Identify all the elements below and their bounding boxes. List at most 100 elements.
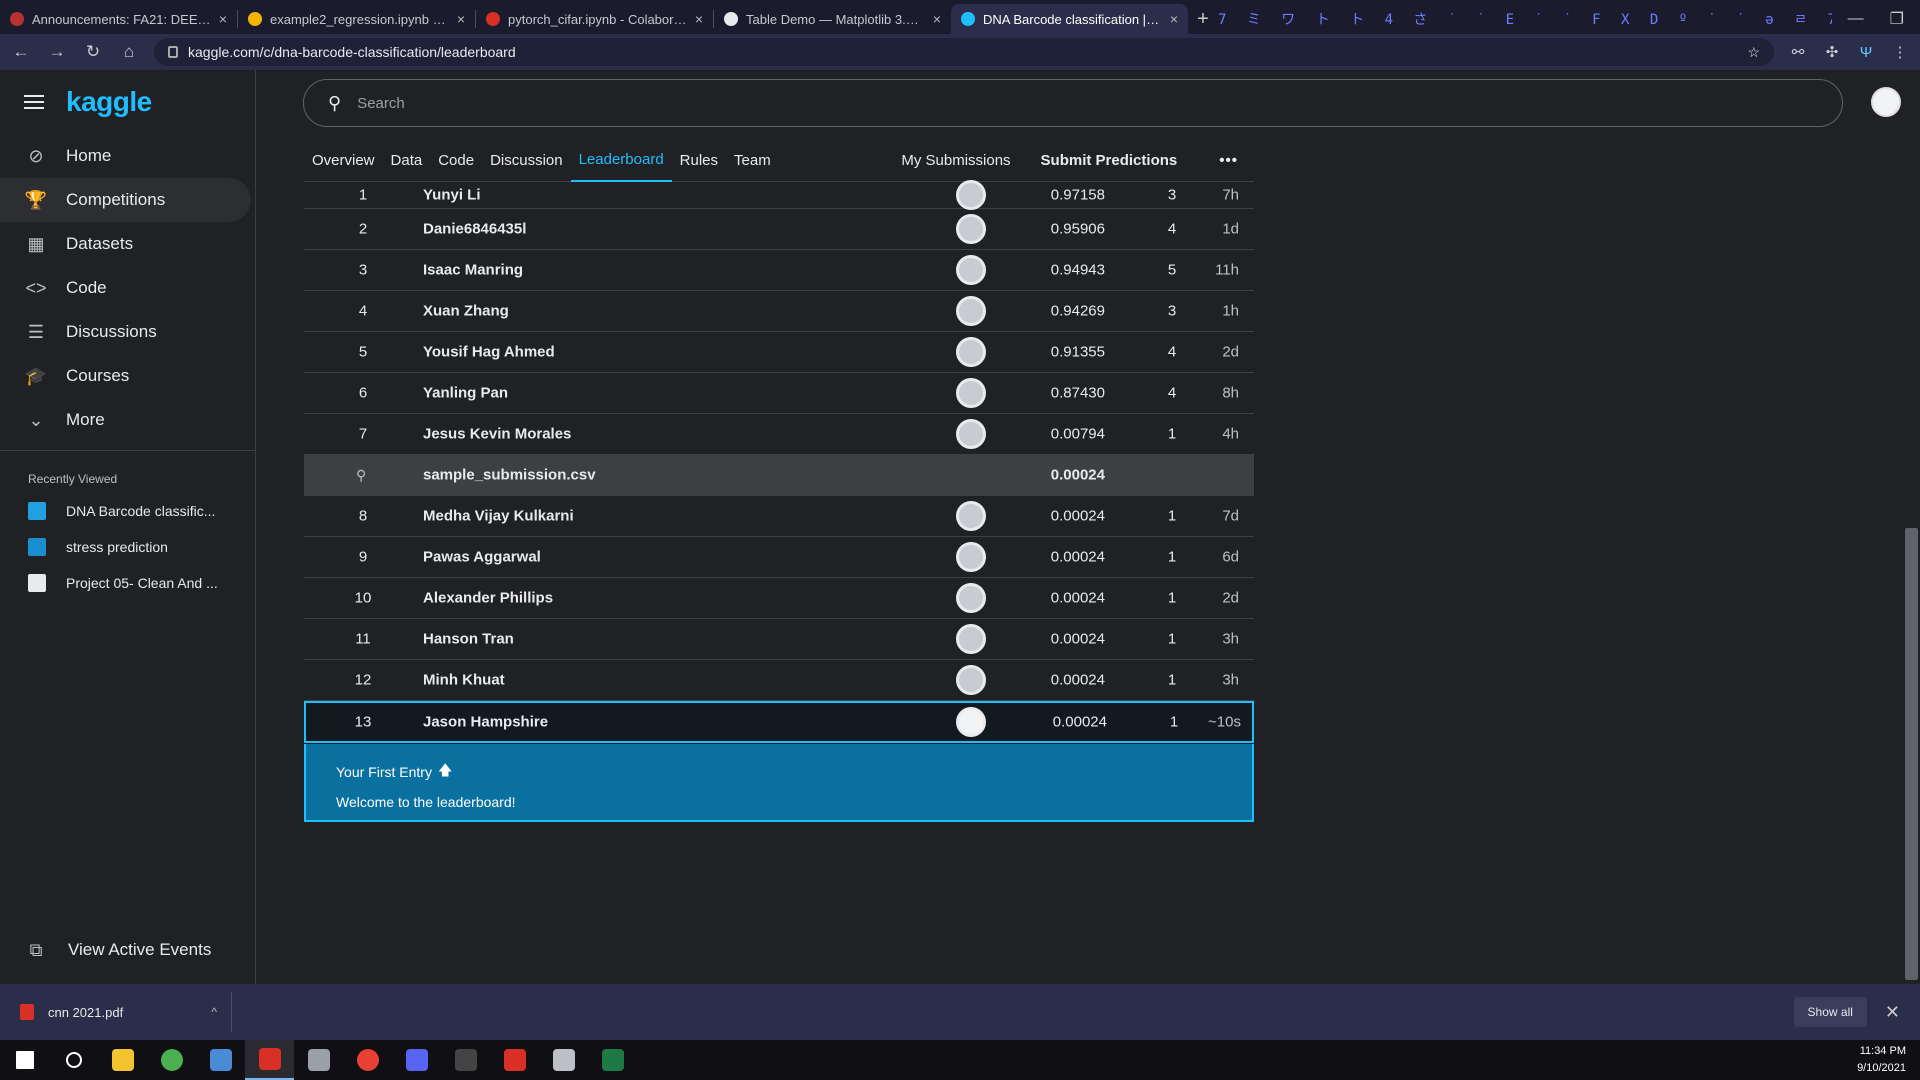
start-icon[interactable] [0, 1040, 49, 1080]
recently-viewed-item[interactable]: DNA Barcode classific... [0, 493, 255, 529]
leaderboard-row[interactable]: 5 Yousif Hag Ahmed 0.91355 4 2d [304, 332, 1254, 373]
team-avatar[interactable] [956, 255, 986, 285]
minimize-icon[interactable]: — [1848, 10, 1864, 28]
tab-close-icon[interactable]: × [219, 11, 227, 27]
printer-icon[interactable] [539, 1040, 588, 1080]
team-avatar[interactable] [956, 501, 986, 531]
browser-tab[interactable]: example2_regression.ipynb - Col × [238, 4, 475, 34]
leaderboard-row[interactable]: 6 Yanling Pan 0.87430 4 8h [304, 373, 1254, 414]
discord-icon[interactable] [392, 1040, 441, 1080]
page-scrollbar[interactable] [1905, 528, 1918, 980]
team-name[interactable]: Medha Vijay Kulkarni [423, 508, 574, 525]
tab-close-icon[interactable]: × [457, 11, 465, 27]
new-tab-button[interactable]: + [1188, 4, 1218, 34]
team-name[interactable]: Danie6846435l [423, 221, 526, 238]
browser-tab[interactable]: Announcements: FA21: DEEP LEA × [0, 4, 237, 34]
excel-icon[interactable] [588, 1040, 637, 1080]
search-input[interactable]: ⚲ Search [303, 79, 1843, 127]
leaderboard-row[interactable]: 1 Yunyi Li 0.97158 3 7h [304, 180, 1254, 210]
puzzle-icon[interactable]: ✣ [1822, 43, 1842, 61]
chevron-up-icon[interactable]: ^ [211, 1005, 217, 1019]
sidebar-item-competitions[interactable]: 🏆 Competitions [0, 178, 251, 222]
more-options-icon[interactable]: ••• [1211, 139, 1246, 182]
sidebar-item-datasets[interactable]: ▦ Datasets [0, 222, 255, 266]
team-avatar[interactable] [956, 337, 986, 367]
browser-tab[interactable]: Table Demo — Matplotlib 3.4.3 d × [714, 4, 951, 34]
sidebar-item-more[interactable]: ⌄ More [0, 398, 255, 442]
profile-icon[interactable]: Ψ [1856, 44, 1876, 61]
team-name[interactable]: Yousif Hag Ahmed [423, 344, 555, 361]
team-avatar[interactable] [956, 583, 986, 613]
leaderboard-row[interactable]: 2 Danie6846435l 0.95906 4 1d [304, 209, 1254, 250]
browser-tab[interactable]: DNA Barcode classification | Kag × [951, 4, 1188, 34]
acrobat-icon[interactable] [490, 1040, 539, 1080]
reload-icon[interactable]: ↻ [82, 42, 104, 62]
search-icon[interactable] [49, 1040, 98, 1080]
user-avatar[interactable] [1871, 87, 1901, 117]
file-explorer-icon[interactable] [98, 1040, 147, 1080]
tab-data[interactable]: Data [383, 139, 431, 182]
leaderboard-row[interactable]: 9 Pawas Aggarwal 0.00024 1 6d [304, 537, 1254, 578]
menu-kebab-icon[interactable]: ⋮ [1890, 43, 1910, 61]
team-avatar[interactable] [956, 419, 986, 449]
leaderboard-row[interactable]: 7 Jesus Kevin Morales 0.00794 1 4h [304, 414, 1254, 455]
recently-viewed-item[interactable]: Project 05- Clean And ... [0, 565, 255, 601]
extension-icon[interactable]: ⚯ [1788, 43, 1808, 61]
app-icon[interactable] [245, 1040, 294, 1080]
submit-predictions-button[interactable]: Submit Predictions [1033, 139, 1186, 182]
team-avatar[interactable] [956, 296, 986, 326]
tab-team[interactable]: Team [726, 139, 779, 182]
team-name[interactable]: Isaac Manring [423, 262, 523, 279]
leaderboard-row[interactable]: 10 Alexander Phillips 0.00024 1 2d [304, 578, 1254, 619]
kaggle-logo[interactable]: kaggle [66, 86, 152, 118]
team-name[interactable]: Jesus Kevin Morales [423, 426, 571, 443]
team-avatar[interactable] [956, 542, 986, 572]
leaderboard-row[interactable]: 4 Xuan Zhang 0.94269 3 1h [304, 291, 1254, 332]
browser-tab[interactable]: pytorch_cifar.ipynb - Colaborator × [476, 4, 713, 34]
view-active-events-link[interactable]: ⧉ View Active Events [0, 930, 212, 970]
sidebar-item-code[interactable]: <> Code [0, 266, 255, 310]
tab-code[interactable]: Code [430, 139, 482, 182]
team-avatar[interactable] [956, 378, 986, 408]
team-avatar[interactable] [956, 665, 986, 695]
forward-icon[interactable]: → [46, 42, 68, 62]
download-item[interactable]: cnn 2021.pdf ^ [20, 992, 232, 1032]
leaderboard-row[interactable]: 8 Medha Vijay Kulkarni 0.00024 1 7d [304, 496, 1254, 537]
bookmark-star-icon[interactable]: ☆ [1747, 44, 1760, 61]
team-name[interactable]: Alexander Phillips [423, 590, 553, 607]
tab-close-icon[interactable]: × [695, 11, 703, 27]
my-team-row[interactable]: 13 Jason Hampshire 0.00024 1 ~10s [304, 701, 1254, 743]
sidebar-item-discussions[interactable]: ☰ Discussions [0, 310, 255, 354]
team-name[interactable]: Xuan Zhang [423, 303, 509, 320]
terminal-icon[interactable] [441, 1040, 490, 1080]
restore-icon[interactable]: ❐ [1890, 9, 1904, 29]
leaderboard-row[interactable]: 11 Hanson Tran 0.00024 1 3h [304, 619, 1254, 660]
tab-close-icon[interactable]: × [933, 11, 941, 27]
close-icon[interactable]: ✕ [1885, 1002, 1900, 1023]
system-clock[interactable]: 11:34 PM 9/10/2021 [1857, 1043, 1920, 1077]
team-name[interactable]: Yanling Pan [423, 385, 508, 402]
team-name[interactable]: Yunyi Li [423, 187, 481, 204]
tab-rules[interactable]: Rules [672, 139, 726, 182]
team-avatar[interactable] [956, 624, 986, 654]
hamburger-menu-icon[interactable] [24, 95, 44, 109]
sidebar-item-home[interactable]: ⊘ Home [0, 134, 255, 178]
back-icon[interactable]: ← [10, 42, 32, 62]
team-name[interactable]: Hanson Tran [423, 631, 514, 648]
team-name[interactable]: Minh Khuat [423, 672, 505, 689]
tab-discussion[interactable]: Discussion [482, 139, 571, 182]
tab-overview[interactable]: Overview [304, 139, 383, 182]
home-icon[interactable]: ⌂ [118, 42, 140, 62]
recently-viewed-item[interactable]: stress prediction [0, 529, 255, 565]
chrome-icon[interactable] [147, 1040, 196, 1080]
leaderboard-row[interactable]: 3 Isaac Manring 0.94943 5 11h [304, 250, 1254, 291]
chrome-alt-icon[interactable] [343, 1040, 392, 1080]
tab-close-icon[interactable]: × [1170, 11, 1178, 27]
tab-leaderboard[interactable]: Leaderboard [570, 139, 672, 182]
team-avatar[interactable] [956, 180, 986, 210]
team-name[interactable]: Jason Hampshire [423, 714, 548, 731]
leaderboard-row[interactable]: 12 Minh Khuat 0.00024 1 3h [304, 660, 1254, 701]
sidebar-item-courses[interactable]: 🎓 Courses [0, 354, 255, 398]
steam-icon[interactable] [196, 1040, 245, 1080]
team-avatar[interactable] [956, 707, 986, 737]
